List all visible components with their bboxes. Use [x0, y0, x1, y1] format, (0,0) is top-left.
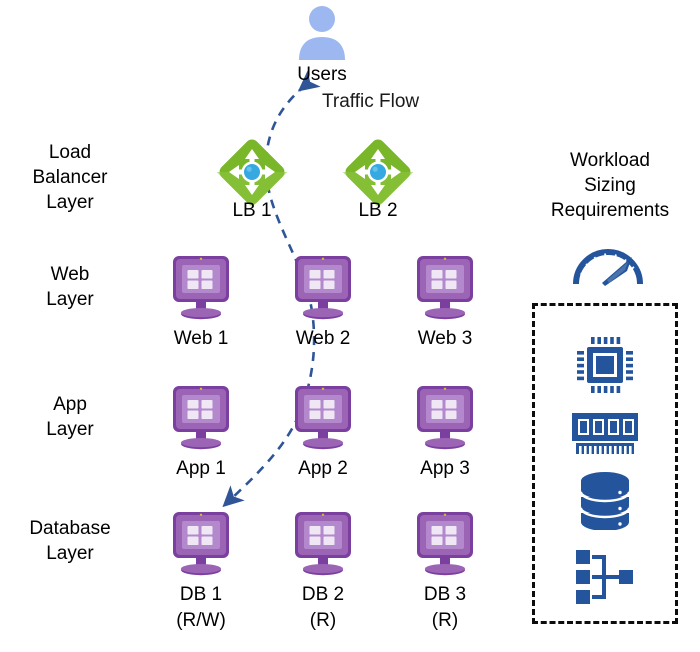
speedometer-gauge-icon — [570, 240, 646, 290]
windows-monitor-icon — [163, 386, 239, 452]
ram-memory-module-icon — [570, 411, 640, 457]
windows-monitor-icon — [163, 256, 239, 322]
traffic-flow-label: Traffic Flow — [322, 91, 420, 112]
node-label-web-3: Web 3 — [417, 328, 473, 349]
node-label-db-2: DB 2 (R) — [301, 584, 345, 631]
windows-monitor-icon — [407, 386, 483, 452]
node-label-web-2: Web 2 — [295, 328, 351, 349]
node-label-app-3: App 3 — [420, 458, 470, 479]
windows-monitor-icon — [163, 512, 239, 578]
architecture-diagram: Users Traffic Flow Load Balancer Layer L… — [0, 0, 700, 652]
layer-label-load-balancer: Load Balancer Layer — [32, 142, 108, 213]
node-label-lb-2: LB 2 — [358, 200, 398, 221]
windows-monitor-icon — [285, 512, 361, 578]
windows-monitor-icon — [285, 256, 361, 322]
workload-sizing-title: Workload Sizing Requirements — [550, 150, 670, 221]
users-label: Users — [297, 64, 347, 85]
cpu-chip-icon — [574, 334, 636, 396]
node-label-web-1: Web 1 — [173, 328, 229, 349]
node-label-db-3: DB 3 (R) — [423, 584, 467, 631]
layer-label-web: Web Layer — [46, 264, 94, 310]
node-label-app-1: App 1 — [176, 458, 226, 479]
node-label-lb-1: LB 1 — [232, 200, 272, 221]
database-cylinder-icon — [578, 470, 632, 531]
layer-label-database: Database Layer — [29, 518, 111, 564]
windows-monitor-icon — [285, 386, 361, 452]
user-person-icon — [294, 4, 350, 60]
windows-monitor-icon — [407, 512, 483, 578]
node-label-db-1: DB 1 (R/W) — [176, 584, 226, 631]
network-topology-icon — [573, 549, 637, 605]
layer-label-app: App Layer — [46, 394, 94, 440]
windows-monitor-icon — [407, 256, 483, 322]
node-label-app-2: App 2 — [298, 458, 348, 479]
